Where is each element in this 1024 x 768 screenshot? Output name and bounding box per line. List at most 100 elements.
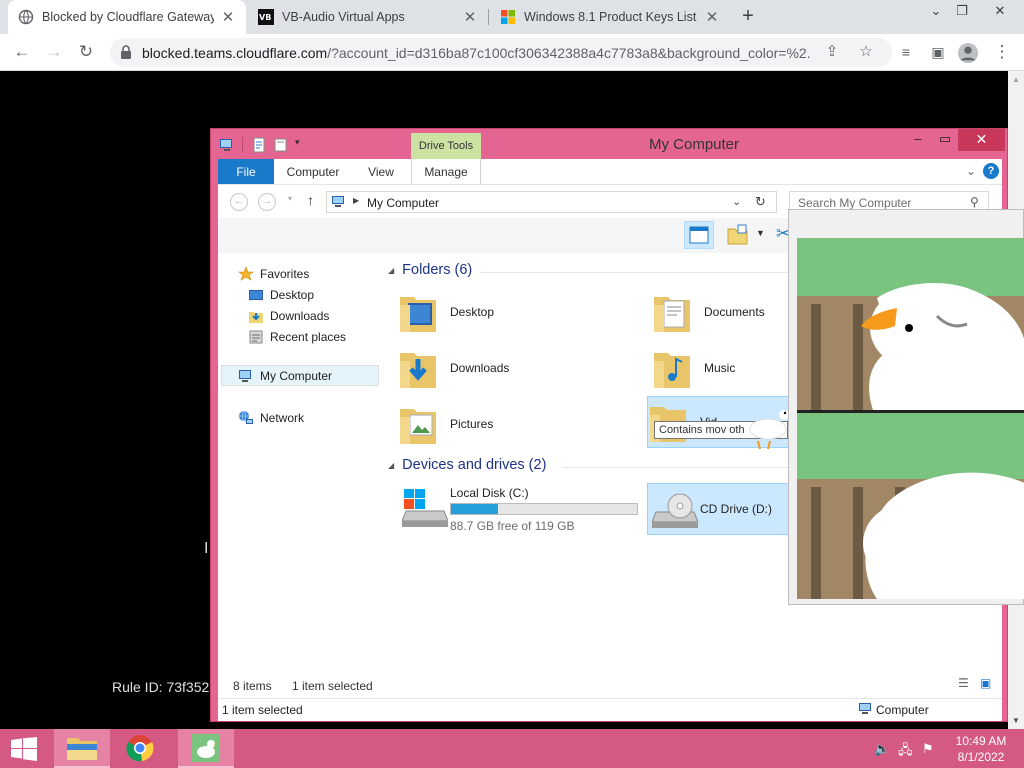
address-history-chevron-icon[interactable]: ⌄ <box>732 195 741 208</box>
recent-locations-chevron-icon[interactable]: ▾ <box>288 194 292 203</box>
computer-icon <box>332 196 344 207</box>
tab-computer[interactable]: Computer <box>278 159 348 184</box>
forward-button[interactable]: → <box>42 41 66 65</box>
details-bar: 1 item selected Computer <box>218 698 1002 721</box>
start-button-windows-icon[interactable] <box>10 737 38 761</box>
tab-title: Windows 8.1 Product Keys List Fr <box>524 10 698 24</box>
page-heading-fragment: I <box>204 540 209 557</box>
nav-favorites[interactable]: Favorites <box>238 263 396 284</box>
search-icon[interactable]: ⚲ <box>970 195 979 209</box>
network-icon <box>239 410 253 424</box>
drive-local-disk-c[interactable]: Local Disk (C:) 88.7 GB free of 119 GB <box>398 483 648 535</box>
scroll-up-icon[interactable]: ▲ <box>1012 75 1020 84</box>
expand-ribbon-chevron-icon[interactable]: ⌄ <box>966 164 976 178</box>
taskbar-file-explorer[interactable] <box>54 729 110 768</box>
lock-icon <box>121 45 131 59</box>
clock-date: 8/1/2022 <box>957 750 1005 764</box>
url-domain: blocked.teams.cloudflare.com <box>142 45 328 61</box>
tab-cloudflare-blocked[interactable]: Blocked by Cloudflare Gateway ✕ <box>8 0 246 34</box>
up-arrow-icon[interactable]: ↑ <box>307 192 314 208</box>
close-button[interactable]: ✕ <box>958 129 1005 151</box>
back-arrow-icon[interactable]: ← <box>230 193 248 211</box>
large-icons-view-icon[interactable]: ▣ <box>980 676 991 690</box>
breadcrumb[interactable]: My Computer <box>367 196 439 210</box>
taskbar-desktop-goose[interactable] <box>178 729 234 768</box>
details-left: 1 item selected <box>222 703 303 717</box>
taskbar: 🔈 🖧 ⚑ 10:49 AM 8/1/2022 <box>0 729 1024 768</box>
explorer-titlebar[interactable]: ▾ Drive Tools My Computer – ▭ ✕ <box>211 129 1007 159</box>
collapse-triangle-icon[interactable]: ◢ <box>388 266 394 275</box>
drive-cd-d[interactable]: CD Drive (D:) <box>647 483 795 535</box>
browser-tabstrip: Blocked by Cloudflare Gateway ✕ VB VB-Au… <box>0 0 1024 34</box>
address-box[interactable]: ▶ My Computer ⌄ ↻ <box>326 191 777 213</box>
music-folder-icon <box>654 353 690 388</box>
computer-icon <box>859 703 871 714</box>
maximize-button[interactable]: ▭ <box>933 129 957 151</box>
customize-quick-access-icon[interactable]: ▾ <box>295 137 311 153</box>
restore-window-button[interactable]: ❐ <box>946 0 978 24</box>
chrome-menu-icon[interactable]: ⋮ <box>990 41 1014 65</box>
forward-arrow-icon[interactable]: → <box>258 193 276 211</box>
navigation-pane: Favorites Desktop Downloads Recent place… <box>218 253 379 671</box>
reload-button[interactable]: ↻ <box>74 41 98 65</box>
folder-label: Documents <box>704 305 765 319</box>
status-bar: 8 items 1 item selected ☰ ▣ <box>218 671 1002 698</box>
tab-title: VB-Audio Virtual Apps <box>282 10 405 24</box>
new-tab-button[interactable]: + <box>738 6 758 28</box>
properties-icon[interactable] <box>251 137 267 153</box>
nav-my-computer[interactable]: My Computer <box>221 365 379 386</box>
goose-image-window[interactable] <box>788 209 1024 605</box>
address-bar[interactable]: blocked.teams.cloudflare.com/?account_id… <box>110 38 892 67</box>
close-tab-icon[interactable]: ✕ <box>704 8 720 26</box>
system-clock[interactable]: 10:49 AM 8/1/2022 <box>944 733 1018 765</box>
close-tab-icon[interactable]: ✕ <box>220 8 236 26</box>
folder-downloads[interactable]: Downloads <box>398 342 638 394</box>
back-button[interactable]: ← <box>10 41 34 65</box>
new-folder-icon[interactable] <box>273 137 289 153</box>
help-icon[interactable]: ? <box>983 163 999 179</box>
options-dropdown-chevron-icon[interactable]: ▼ <box>756 228 765 238</box>
folder-desktop[interactable]: Desktop <box>398 286 638 338</box>
clock-time: 10:49 AM <box>955 734 1007 748</box>
search-placeholder: Search My Computer <box>798 196 912 210</box>
volume-icon[interactable]: 🔈 <box>874 741 890 757</box>
minimize-button[interactable]: – <box>905 129 931 151</box>
close-window-button[interactable]: ✕ <box>984 0 1016 24</box>
drive-usage-bar <box>450 503 638 515</box>
preview-pane-icon[interactable] <box>684 221 714 249</box>
side-panel-icon[interactable]: ▣ <box>926 41 950 65</box>
share-icon[interactable]: ⇪ <box>822 42 842 62</box>
network-status-icon[interactable]: 🖧 <box>898 741 913 763</box>
collapse-triangle-icon[interactable]: ◢ <box>388 461 394 470</box>
tab-view[interactable]: View <box>356 159 406 184</box>
details-view-icon[interactable]: ☰ <box>958 676 969 690</box>
action-center-flag-icon[interactable]: ⚑ <box>922 741 934 757</box>
nav-downloads[interactable]: Downloads <box>248 305 406 326</box>
scroll-down-icon[interactable]: ▼ <box>1012 716 1020 725</box>
refresh-icon[interactable]: ↻ <box>755 194 766 210</box>
bookmark-star-icon[interactable]: ☆ <box>856 42 876 62</box>
media-controls-icon[interactable]: ≡ <box>894 41 918 65</box>
nav-label: Recent places <box>270 329 347 344</box>
nav-recent-places[interactable]: Recent places <box>248 326 406 347</box>
drive-tools-context-tab: Drive Tools <box>411 133 481 159</box>
folder-pictures[interactable]: Pictures <box>398 398 638 450</box>
folder-options-icon[interactable] <box>726 224 750 246</box>
tab-windows-keys[interactable]: Windows 8.1 Product Keys List Fr ✕ <box>490 0 730 34</box>
taskbar-chrome[interactable] <box>112 729 168 768</box>
tab-manage[interactable]: Manage <box>411 159 481 184</box>
nav-desktop[interactable]: Desktop <box>248 284 406 305</box>
computer-icon <box>220 139 232 151</box>
devices-group-header[interactable]: ◢ Devices and drives (2) <box>388 457 546 473</box>
nav-network[interactable]: Network <box>238 407 396 428</box>
group-label: Devices and drives (2) <box>402 457 547 473</box>
breadcrumb-separator-icon[interactable]: ▶ <box>353 196 359 205</box>
goose-image-top <box>797 238 1024 410</box>
tab-vb-audio[interactable]: VB VB-Audio Virtual Apps ✕ <box>248 0 488 34</box>
profile-avatar-icon[interactable] <box>956 41 980 65</box>
close-tab-icon[interactable]: ✕ <box>462 8 478 26</box>
tab-file[interactable]: File <box>218 159 274 184</box>
folders-group-header[interactable]: ◢ Folders (6) <box>388 262 472 278</box>
svg-text:VB: VB <box>259 13 271 22</box>
file-explorer-icon <box>67 738 97 760</box>
